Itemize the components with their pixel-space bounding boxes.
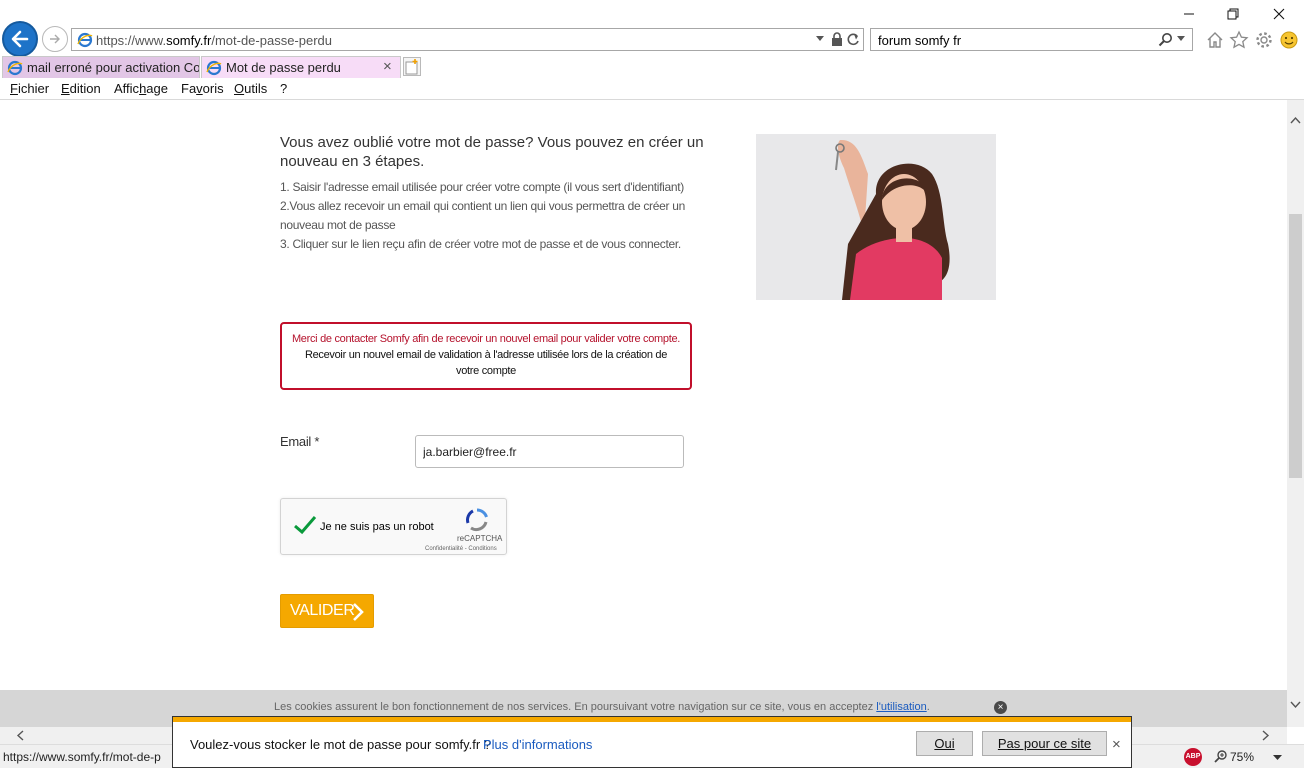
account-validation-alert: Merci de contacter Somfy afin de recevoi… — [280, 322, 692, 390]
address-bar[interactable]: https://www.somfy.fr/mot-de-passe-perdu — [71, 28, 864, 51]
chevron-down-icon[interactable] — [1273, 755, 1282, 761]
captcha-checkmark-icon[interactable] — [293, 515, 317, 535]
new-tab-button[interactable] — [403, 57, 421, 76]
recaptcha-terms-link[interactable]: Confidentialité - Conditions — [425, 546, 497, 552]
ie-page-icon — [77, 32, 93, 48]
cookie-policy-link[interactable]: l'utilisation — [876, 701, 926, 713]
email-label: Email * — [280, 434, 320, 449]
menu-bar: Fichier Edition Affichage Favoris Outils… — [0, 78, 1304, 100]
save-password-notification: Voulez-vous stocker le mot de passe pour… — [172, 716, 1132, 768]
search-icon[interactable] — [1158, 32, 1173, 47]
new-tab-icon — [405, 59, 418, 75]
back-button[interactable] — [2, 21, 38, 57]
close-icon[interactable] — [1268, 4, 1290, 24]
minimize-icon[interactable] — [1178, 4, 1200, 24]
tab-mot-de-passe-perdu[interactable]: Mot de passe perdu × — [201, 56, 401, 78]
scroll-left-icon[interactable] — [16, 730, 24, 741]
address-url[interactable]: https://www.somfy.fr/mot-de-passe-perdu — [96, 33, 332, 48]
email-field[interactable] — [415, 435, 684, 468]
arrow-left-icon — [11, 30, 29, 48]
alert-contact-text: Merci de contacter Somfy afin de recevoi… — [291, 333, 681, 345]
zoom-level[interactable]: 75% — [1230, 750, 1254, 764]
tab-bar: mail erroné pour activation Co... Mot de… — [0, 56, 1304, 78]
step-3: 3. Cliquer sur le lien reçu afin de crée… — [280, 237, 681, 251]
browser-toolbar: https://www.somfy.fr/mot-de-passe-perdu … — [0, 0, 1304, 57]
adblock-icon[interactable]: ABP — [1184, 748, 1202, 766]
scroll-right-icon[interactable] — [1262, 730, 1270, 741]
notification-close-icon[interactable]: × — [1112, 736, 1121, 753]
menu-fichier[interactable]: Fichier — [10, 81, 49, 96]
restore-icon[interactable] — [1222, 4, 1244, 24]
chevron-down-icon[interactable] — [815, 35, 825, 43]
favorites-star-icon[interactable] — [1229, 30, 1249, 50]
notification-text: Voulez-vous stocker le mot de passe pour… — [190, 737, 492, 752]
refresh-icon[interactable] — [846, 32, 860, 47]
tab-close-icon[interactable]: × — [383, 58, 392, 75]
submit-label: VALIDER — [290, 602, 355, 619]
tab-mail-errone[interactable]: mail erroné pour activation Co... — [2, 56, 200, 78]
gear-icon[interactable] — [1254, 30, 1274, 50]
home-icon[interactable] — [1205, 30, 1225, 50]
scroll-up-icon[interactable] — [1290, 116, 1301, 124]
search-input[interactable]: forum somfy fr — [878, 33, 961, 48]
alert-resend-link[interactable]: Recevoir un nouvel email de validation à… — [282, 347, 690, 379]
recaptcha-widget: Je ne suis pas un robot reCAPTCHA Confid… — [280, 498, 507, 555]
not-for-this-site-button[interactable]: Pas pour ce site — [982, 731, 1107, 756]
captcha-label: Je ne suis pas un robot — [320, 521, 434, 533]
menu-affichage[interactable]: Affichage — [114, 81, 168, 96]
step-2: 2.Vous allez recevoir un email qui conti… — [280, 199, 685, 232]
more-info-link[interactable]: Plus d'informations — [483, 737, 592, 752]
woman-with-keys-photo — [756, 134, 996, 300]
recaptcha-logo-icon — [466, 508, 488, 531]
search-box[interactable]: forum somfy fr — [870, 28, 1193, 51]
tab-label: mail erroné pour activation Co... — [27, 60, 199, 75]
ie-page-icon — [7, 60, 23, 76]
menu-edition[interactable]: Edition — [61, 81, 101, 96]
zoom-icon[interactable] — [1214, 749, 1228, 763]
save-password-yes-button[interactable]: Oui — [916, 731, 973, 756]
submit-button[interactable]: VALIDER — [280, 594, 374, 628]
chevron-down-icon[interactable] — [1176, 35, 1186, 43]
ie-page-icon — [206, 60, 222, 76]
page-content: Vous avez oublié votre mot de passe? Vou… — [0, 100, 1287, 690]
menu-favoris[interactable]: Favoris — [181, 81, 224, 96]
forward-button[interactable] — [42, 26, 68, 52]
cookie-text: Les cookies assurent le bon fonctionneme… — [274, 701, 930, 713]
recaptcha-brand: reCAPTCHA — [457, 534, 503, 543]
smiley-feedback-icon[interactable] — [1279, 30, 1299, 50]
notification-accent-stripe — [173, 717, 1131, 722]
intro-title: Vous avez oublié votre mot de passe? Vou… — [280, 134, 704, 170]
vertical-scroll-thumb[interactable] — [1289, 214, 1302, 478]
address-domain: somfy.fr — [166, 33, 212, 48]
status-url: https://www.somfy.fr/mot-de-p — [3, 750, 161, 764]
step-1: 1. Saisir l'adresse email utilisée pour … — [280, 180, 684, 194]
cookie-close-icon[interactable]: × — [994, 701, 1007, 714]
menu-help[interactable]: ? — [280, 81, 287, 96]
lock-icon[interactable] — [831, 32, 843, 47]
menu-outils[interactable]: Outils — [234, 81, 267, 96]
scroll-down-icon[interactable] — [1290, 701, 1301, 709]
arrow-right-icon — [50, 34, 60, 44]
chevron-right-icon — [353, 603, 364, 621]
tab-label: Mot de passe perdu — [226, 60, 341, 75]
